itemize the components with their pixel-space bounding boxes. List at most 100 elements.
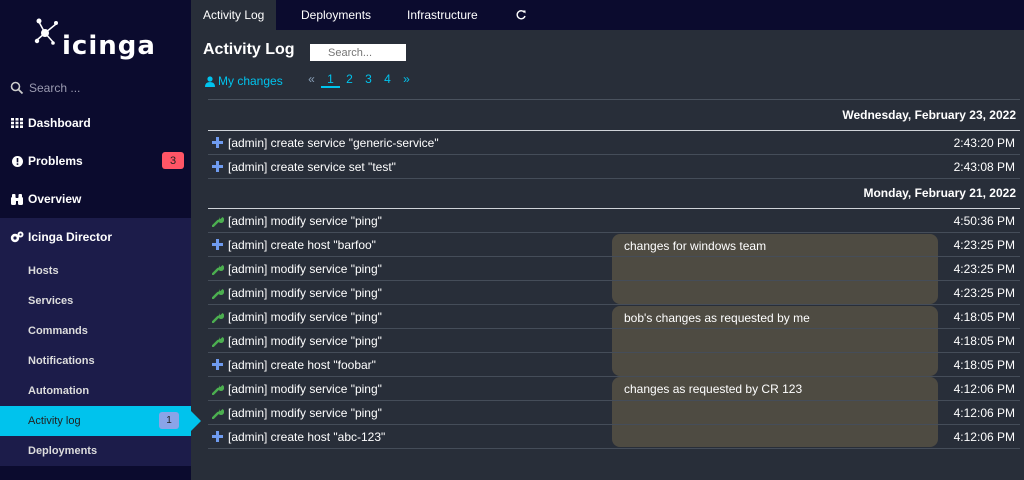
tab-deployments[interactable]: Deployments <box>289 0 383 30</box>
sidebar-subitem-automation[interactable]: Automation <box>0 376 191 406</box>
activity-text: [admin] modify service "ping" <box>228 309 382 324</box>
icinga-logo[interactable]: icinga <box>34 14 164 61</box>
wrench-icon <box>208 335 228 347</box>
my-changes-link[interactable]: My changes <box>205 74 283 88</box>
subitem-label: Automation <box>28 385 90 397</box>
activity-time: 2:43:20 PM <box>953 136 1015 150</box>
activity-search-input[interactable] <box>310 44 406 61</box>
pager-page[interactable]: 3 <box>359 72 378 88</box>
subitem-label: Hosts <box>28 265 59 277</box>
sidebar-subitem-commands[interactable]: Commands <box>0 316 191 346</box>
sidebar-item-icinga-director[interactable]: Icinga Director <box>0 218 191 256</box>
activity-text: [admin] create host "foobar" <box>228 357 376 372</box>
problems-count-badge: 3 <box>162 152 184 169</box>
page-title: Activity Log <box>203 41 295 58</box>
sidebar-item-label: Problems <box>28 154 83 168</box>
pagination: « 1 2 3 4 » <box>302 72 416 88</box>
pager-page[interactable]: 4 <box>378 72 397 88</box>
activity-time: 4:50:36 PM <box>953 214 1015 228</box>
activity-time: 4:18:05 PM <box>953 310 1015 324</box>
activity-row[interactable]: [admin] modify service "ping" 4:50:36 PM <box>208 209 1020 233</box>
sidebar-item-label: Icinga Director <box>28 230 113 244</box>
wrench-icon <box>208 287 228 299</box>
activity-row[interactable]: [admin] modify service "ping" 4:12:06 PM <box>208 401 1020 425</box>
activity-time: 4:12:06 PM <box>953 406 1015 420</box>
sidebar-subitem-notifications[interactable]: Notifications <box>0 346 191 376</box>
sidebar-search[interactable]: Search ... <box>0 74 191 102</box>
activity-text: [admin] modify service "ping" <box>228 213 382 228</box>
subitem-label: Deployments <box>28 445 98 457</box>
sidebar-item-problems[interactable]: Problems 3 <box>0 142 191 180</box>
sidebar-subitem-activity-log[interactable]: Activity log 1 <box>0 406 201 436</box>
activity-time: 4:23:25 PM <box>953 286 1015 300</box>
refresh-button[interactable] <box>503 0 539 30</box>
pager-page[interactable]: 1 <box>321 72 340 88</box>
sidebar-subitem-deployments[interactable]: Deployments <box>0 436 191 466</box>
activity-text: [admin] create host "abc-123" <box>228 429 386 444</box>
wrench-icon <box>208 263 228 275</box>
tab-infrastructure[interactable]: Infrastructure <box>395 0 490 30</box>
subitem-label: Services <box>28 295 74 307</box>
activity-row[interactable]: [admin] create service "generic-service"… <box>208 131 1020 155</box>
wrench-icon <box>208 311 228 323</box>
activity-time: 4:18:05 PM <box>953 334 1015 348</box>
activity-text: [admin] create service set "test" <box>228 159 396 174</box>
activity-time: 4:23:25 PM <box>953 262 1015 276</box>
wrench-icon <box>208 215 228 227</box>
pager-next[interactable]: » <box>397 72 416 88</box>
activity-text: [admin] modify service "ping" <box>228 261 382 276</box>
logo-text: icinga <box>62 31 156 61</box>
activity-row[interactable]: [admin] modify service "ping" 4:18:05 PM <box>208 305 1020 329</box>
sidebar-item-overview[interactable]: Overview <box>0 180 191 218</box>
logo-mark-icon <box>34 18 58 45</box>
activity-row[interactable]: [admin] modify service "ping" 4:12:06 PM <box>208 377 1020 401</box>
activity-text: [admin] modify service "ping" <box>228 333 382 348</box>
activity-text: [admin] create host "barfoo" <box>228 237 376 252</box>
activity-row[interactable]: [admin] modify service "ping" 4:18:05 PM <box>208 329 1020 353</box>
tab-activity-log[interactable]: Activity Log <box>191 0 277 30</box>
activity-time: 4:12:06 PM <box>953 430 1015 444</box>
activity-row[interactable]: [admin] modify service "ping" 4:23:25 PM <box>208 281 1020 305</box>
search-icon <box>10 81 24 95</box>
plus-icon <box>208 239 228 250</box>
activity-time: 4:18:05 PM <box>953 358 1015 372</box>
activity-log-count-badge: 1 <box>159 412 179 429</box>
activity-row[interactable]: [admin] create host "barfoo" 4:23:25 PM <box>208 233 1020 257</box>
activity-text: [admin] modify service "ping" <box>228 285 382 300</box>
sidebar-item-dashboard[interactable]: Dashboard <box>0 104 191 142</box>
sidebar-item-label: Dashboard <box>28 116 91 130</box>
my-changes-label: My changes <box>218 74 283 88</box>
grid-icon <box>10 118 24 128</box>
pager-prev[interactable]: « <box>302 72 321 88</box>
subitem-label: Commands <box>28 325 88 337</box>
activity-text: [admin] modify service "ping" <box>228 381 382 396</box>
alert-circle-icon <box>10 155 24 167</box>
sidebar-subitem-hosts[interactable]: Hosts <box>0 256 191 286</box>
plus-icon <box>208 431 228 442</box>
wrench-icon <box>208 383 228 395</box>
plus-icon <box>208 161 228 172</box>
sidebar-search-placeholder: Search ... <box>29 81 81 95</box>
sidebar-subitem-services[interactable]: Services <box>0 286 191 316</box>
divider <box>208 99 1020 100</box>
plus-icon <box>208 137 228 148</box>
refresh-icon <box>516 10 526 20</box>
activity-time: 4:12:06 PM <box>953 382 1015 396</box>
tab-bar: Activity Log Deployments Infrastructure <box>191 0 1024 30</box>
activity-row[interactable]: [admin] create host "foobar" 4:18:05 PM <box>208 353 1020 377</box>
activity-text: [admin] modify service "ping" <box>228 405 382 420</box>
activity-row[interactable]: [admin] create host "abc-123" 4:12:06 PM <box>208 425 1020 449</box>
sidebar: icinga Search ... Dashboard Problems 3 O… <box>0 0 201 480</box>
pager-page[interactable]: 2 <box>340 72 359 88</box>
sidebar-item-label: Overview <box>28 192 82 206</box>
filter-controls: My changes <box>205 72 283 90</box>
activity-row[interactable]: [admin] modify service "ping" 4:23:25 PM <box>208 257 1020 281</box>
subitem-label: Notifications <box>28 355 95 367</box>
subitem-label: Activity log <box>28 415 81 427</box>
activity-text: [admin] create service "generic-service" <box>228 135 439 150</box>
plus-icon <box>208 359 228 370</box>
activity-row[interactable]: [admin] create service set "test" 2:43:0… <box>208 155 1020 179</box>
activity-time: 2:43:08 PM <box>953 160 1015 174</box>
binoculars-icon <box>10 193 24 205</box>
activity-time: 4:23:25 PM <box>953 238 1015 252</box>
